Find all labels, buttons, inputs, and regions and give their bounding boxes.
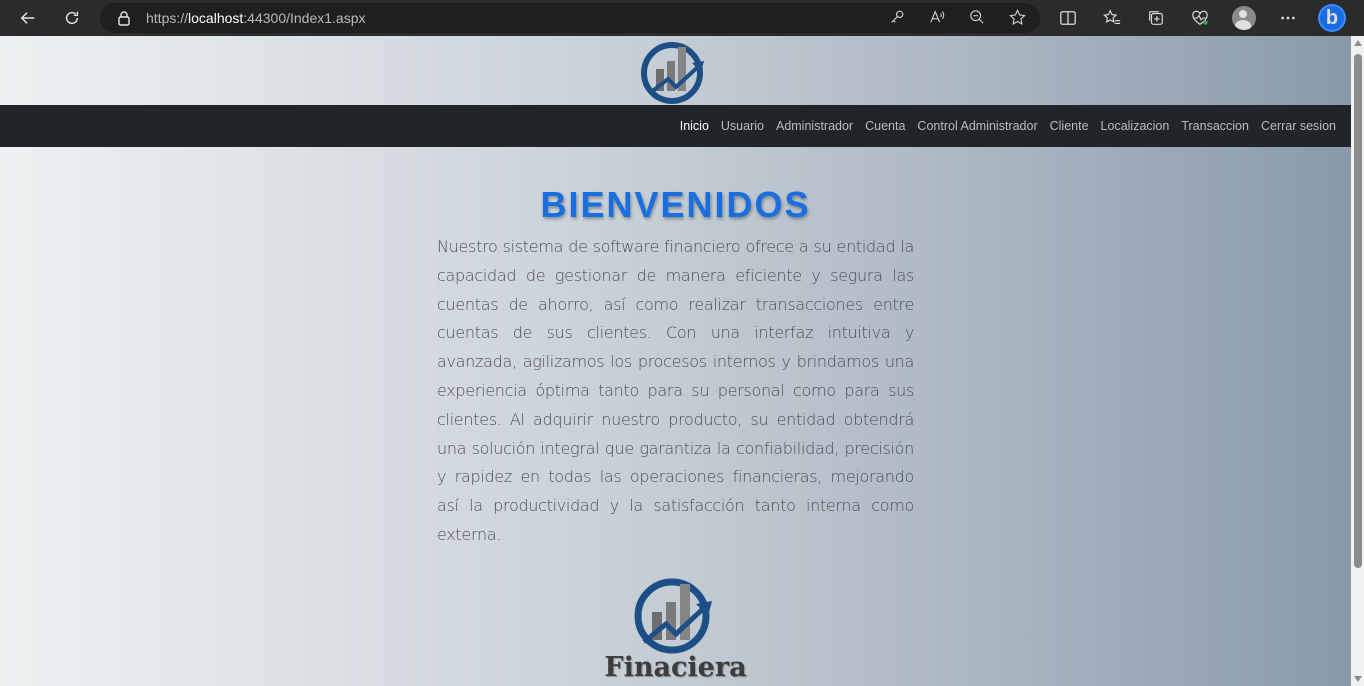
nav-item-cerrar-sesion[interactable]: Cerrar sesion xyxy=(1261,119,1336,133)
brand-name: Finaciera xyxy=(604,652,747,683)
nav-item-usuario[interactable]: Usuario xyxy=(721,119,764,133)
zoom-out-icon[interactable] xyxy=(968,8,986,26)
nav-item-administrador[interactable]: Administrador xyxy=(776,119,853,133)
nav-item-localizacion[interactable]: Localizacion xyxy=(1101,119,1170,133)
scroll-down-icon[interactable] xyxy=(1354,676,1362,682)
page-content: Inicio Usuario Administrador Cuenta Cont… xyxy=(0,36,1351,686)
read-aloud-icon[interactable] xyxy=(928,8,946,26)
lock-icon[interactable] xyxy=(116,10,132,26)
more-icon[interactable] xyxy=(1276,6,1300,30)
nav-item-control-administrador[interactable]: Control Administrador xyxy=(917,119,1037,133)
health-icon[interactable] xyxy=(1188,6,1212,30)
scroll-thumb[interactable] xyxy=(1354,54,1362,568)
address-bar[interactable]: https://localhost:44300/Index1.aspx xyxy=(100,3,1040,33)
key-icon[interactable] xyxy=(888,8,906,26)
intro-paragraph: Nuestro sistema de software financiero o… xyxy=(437,237,914,544)
bing-icon[interactable]: b xyxy=(1320,6,1344,30)
scroll-up-icon[interactable] xyxy=(1354,40,1362,46)
finance-logo-bottom xyxy=(634,578,712,654)
browser-toolbar: https://localhost:44300/Index1.aspx b xyxy=(0,0,1364,36)
collections-icon[interactable] xyxy=(1144,6,1168,30)
main-navbar: Inicio Usuario Administrador Cuenta Cont… xyxy=(0,105,1351,147)
vertical-scrollbar[interactable] xyxy=(1351,36,1364,686)
profile-avatar[interactable] xyxy=(1232,6,1256,30)
favorite-star-icon[interactable] xyxy=(1008,8,1026,26)
split-screen-icon[interactable] xyxy=(1056,6,1080,30)
url-text: https://localhost:44300/Index1.aspx xyxy=(146,10,366,26)
page-title: BIENVENIDOS xyxy=(540,184,811,225)
nav-item-cuenta[interactable]: Cuenta xyxy=(865,119,905,133)
nav-item-cliente[interactable]: Cliente xyxy=(1050,119,1089,133)
nav-item-transaccion[interactable]: Transaccion xyxy=(1181,119,1249,133)
refresh-icon[interactable] xyxy=(50,0,94,36)
finance-logo xyxy=(641,42,704,104)
back-icon[interactable] xyxy=(6,0,50,36)
favorites-icon[interactable] xyxy=(1100,6,1124,30)
nav-item-inicio[interactable]: Inicio xyxy=(680,119,709,133)
